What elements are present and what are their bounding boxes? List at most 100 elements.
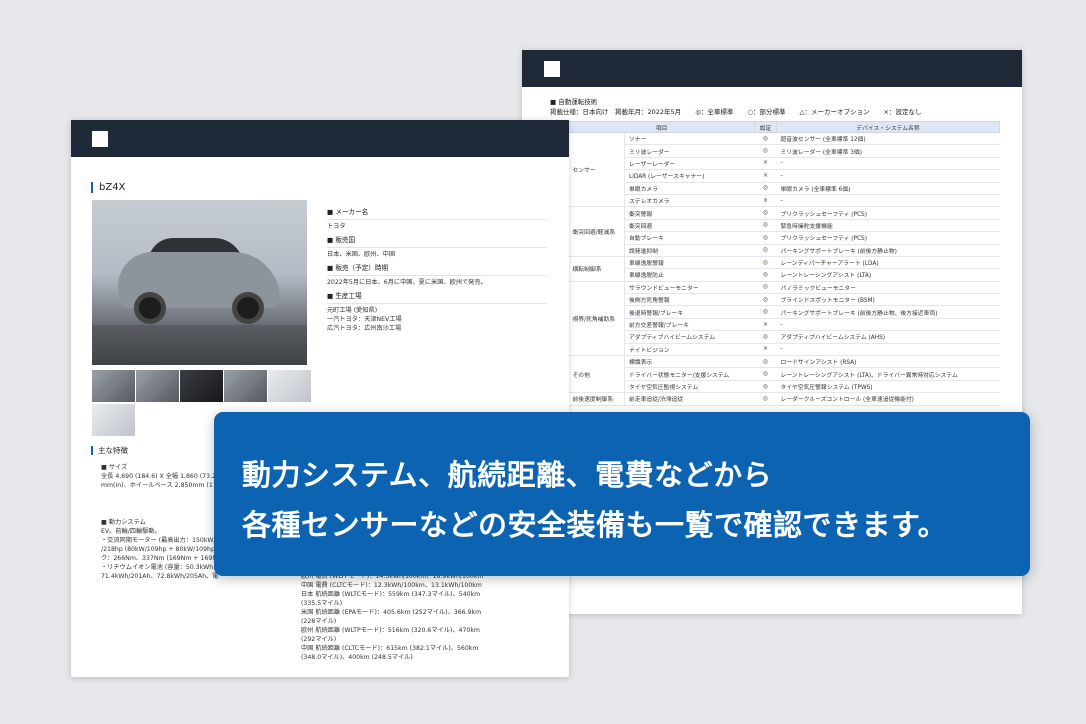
device-cell: ブラインドスポットモニター (BSM) (776, 293, 1000, 307)
item-cell: アダプティブハイビームシステム (624, 330, 755, 344)
device-cell: レーンディパーチャーアラート (LDA) (776, 256, 1000, 270)
group-cell: センサー (568, 132, 625, 208)
status-cell: ◎ (754, 380, 777, 394)
legend-item: ○：部分標準 (747, 108, 786, 116)
power-label: ■ 動力システム (101, 519, 146, 526)
device-cell: プリクラッシュセーフティ (PCS) (776, 231, 1000, 245)
table-row: 衝突回避/軽減系 衝突警報 ◎ プリクラッシュセーフティ (PCS) (568, 206, 1000, 257)
range-text: 欧州 航続距離 (WLTPモード)：516km (320.6マイル)、470km (301, 627, 480, 634)
device-cell: アダプティブハイビームシステム (AHS) (776, 330, 1000, 344)
spec-country: ■ 販売国 日本、米国、欧州、中国 (327, 236, 547, 259)
device-cell: レーダークルーズコントロール (全車速追従機能付) (776, 392, 1000, 406)
table-row: 前方交差警報/ブレーキ × - (569, 318, 1000, 332)
size-text: 全長 4,690 (184.6) X 全幅 1,860 (73.2 (101, 473, 216, 480)
table-row: 後側方死角警報 ◎ ブラインドスポットモニター (BSM) (569, 293, 1000, 307)
size-label: ■ サイズ (101, 464, 128, 471)
item-cell: 標識表示 (624, 355, 755, 369)
banner-line-2: 各種センサーなどの安全装備も一覧で確認できます。 (242, 508, 948, 542)
legend-item: ◎：全車標準 (695, 108, 734, 116)
thumbnail[interactable] (224, 370, 267, 402)
status-cell: × (754, 343, 777, 357)
table-row: ステレオカメラ × - (569, 194, 1000, 208)
item-cell: 後退時警報/ブレーキ (624, 305, 755, 319)
status-cell: ◎ (754, 231, 777, 245)
item-cell: LiDAR (レーザースキャナー) (624, 169, 755, 183)
status-cell: ◎ (754, 256, 777, 270)
power-text: ク：266Nm、337Nm (169Nm + 169N (101, 555, 217, 562)
thumbnail[interactable] (136, 370, 179, 402)
device-cell: - (776, 343, 1000, 357)
range-text: (335.5マイル) (301, 600, 343, 607)
status-cell: × (754, 318, 777, 332)
status-cell: ◎ (754, 293, 777, 307)
item-cell: 前走車追従/渋滞追従 (624, 392, 755, 406)
table-row: ナイトビジョン × - (569, 343, 1000, 357)
status-cell: ◎ (754, 330, 777, 344)
status-cell: × (754, 169, 777, 183)
table-row: 車線逸脱防止 ◎ レーントレーシングアシスト (LTA) (569, 268, 1000, 282)
group-cell: 横転制御系 (568, 256, 625, 282)
spec-maker: ■ メーカー名 トヨタ (327, 208, 547, 231)
status-cell: ◎ (754, 268, 777, 282)
device-cell: - (776, 157, 1000, 171)
status-cell: ◎ (754, 355, 777, 369)
power-text: ・リチウムイオン電池 (容量：50.3kWh, (101, 564, 216, 571)
table-header-row: 項目 設定 デバイス・システム名称 (568, 121, 1000, 133)
table-row: 横転制御系 車線逸脱警報 ◎ レーンディパーチャーアラート (LDA) (568, 256, 1000, 282)
car-photo (92, 200, 307, 365)
item-cell: 誤発進抑制 (624, 244, 755, 257)
item-cell: 単眼カメラ (624, 182, 755, 195)
power-text: /218hp (80kW/109hp + 80kW/109hp (101, 546, 215, 553)
item-cell: 車線逸脱警報 (624, 256, 755, 270)
device-cell: パノラミックビューモニター (776, 281, 1000, 295)
thumbnail[interactable] (180, 370, 223, 402)
device-cell: レーントレーシングアシスト (LTA) (776, 268, 1000, 282)
adas-legend: 掲載仕様：日本向け 掲載年月：2022年5月 ◎：全車標準 ○：部分標準 △：メ… (550, 107, 1022, 117)
legend-item: △：メーカーオプション (799, 108, 870, 116)
status-cell: ◎ (754, 281, 777, 295)
table-row: ミリ波レーダー ◎ ミリ波レーダー (全車標準 3個) (569, 144, 1000, 158)
table-row: 前後速度制御系 前走車追従/渋滞追従 ◎ レーダークルーズコントロール (全車速追従機… (568, 392, 1000, 406)
device-cell: - (776, 169, 1000, 183)
adas-header: ■ 自動運転技術 掲載仕様：日本向け 掲載年月：2022年5月 ◎：全車標準 ○… (522, 87, 1022, 117)
device-cell: パーキングサポートブレーキ (前後方静止物、後方接近車両) (776, 305, 1000, 319)
sheet-header-bar (71, 120, 569, 157)
device-cell: パーキングサポートブレーキ (前後方静止物) (776, 244, 1000, 257)
column-header: 設定 (754, 121, 777, 133)
item-cell: レーザーレーダー (624, 157, 755, 171)
table-row: タイヤ空気圧監視システム ◎ タイヤ空気圧警報システム (TPWS) (569, 380, 1000, 394)
item-cell: 自動ブレーキ (624, 231, 755, 245)
range-text: 中国 電費 (CLTCモード)：12.3kWh/100km、13.1kWh/10… (301, 582, 482, 589)
table-row: センサー ソナー ◎ 超音波センサー (全車標準 12個) (568, 132, 1000, 208)
thumbnail[interactable] (268, 370, 311, 402)
logo-icon (544, 61, 560, 77)
item-cell: 車線逸脱防止 (624, 268, 755, 282)
table-row: 後退時警報/ブレーキ ◎ パーキングサポートブレーキ (前後方静止物、後方接近車両) (569, 305, 1000, 319)
spec-launch: ■ 販売（予定）時期 2022年5月に日本、6月に中国、夏に米国、欧州で発売。 (327, 264, 547, 287)
item-cell: ステレオカメラ (624, 194, 755, 208)
item-cell: タイヤ空気圧監視システム (624, 380, 755, 394)
status-cell: × (754, 194, 777, 208)
table-row: 衝突回避 ◎ 緊急時操舵支援機能 (569, 219, 1000, 233)
range-text: (348.0マイル)、400km (248.5マイル) (301, 654, 413, 661)
status-cell: ◎ (754, 244, 777, 257)
thumbnail[interactable] (92, 404, 135, 436)
spec-factory: ■ 生産工場 元町工場 (愛知県) 一汽トヨタ：天津NEV工場 広汽トヨタ：広州… (327, 292, 547, 333)
table-row: 自動ブレーキ ◎ プリクラッシュセーフティ (PCS) (569, 231, 1000, 245)
adas-section-title: ■ 自動運転技術 (550, 98, 598, 106)
item-cell: 後側方死角警報 (624, 293, 755, 307)
device-cell: レーントレーシングアシスト (LTA)、ドライバー異常時対応システム (776, 367, 1000, 381)
table-row: 誤発進抑制 ◎ パーキングサポートブレーキ (前後方静止物) (569, 244, 1000, 257)
status-cell: ◎ (754, 367, 777, 381)
banner-line-1: 動力システム、航続距離、電費などから (242, 458, 773, 492)
thumbnail[interactable] (92, 370, 135, 402)
table-row: レーザーレーダー × - (569, 157, 1000, 171)
power-text: ・交流同期モーター (最高出力：150kW/2 (101, 537, 220, 544)
table-row: LiDAR (レーザースキャナー) × - (569, 169, 1000, 183)
item-cell: サラウンドビューモニター (624, 281, 755, 295)
table-row: 単眼カメラ ◎ 単眼カメラ (全車標準 6個) (569, 182, 1000, 195)
status-cell: ◎ (754, 305, 777, 319)
column-header: 項目 (568, 121, 755, 133)
device-cell: 単眼カメラ (全車標準 6個) (776, 182, 1000, 195)
item-cell: ナイトビジョン (624, 343, 755, 357)
